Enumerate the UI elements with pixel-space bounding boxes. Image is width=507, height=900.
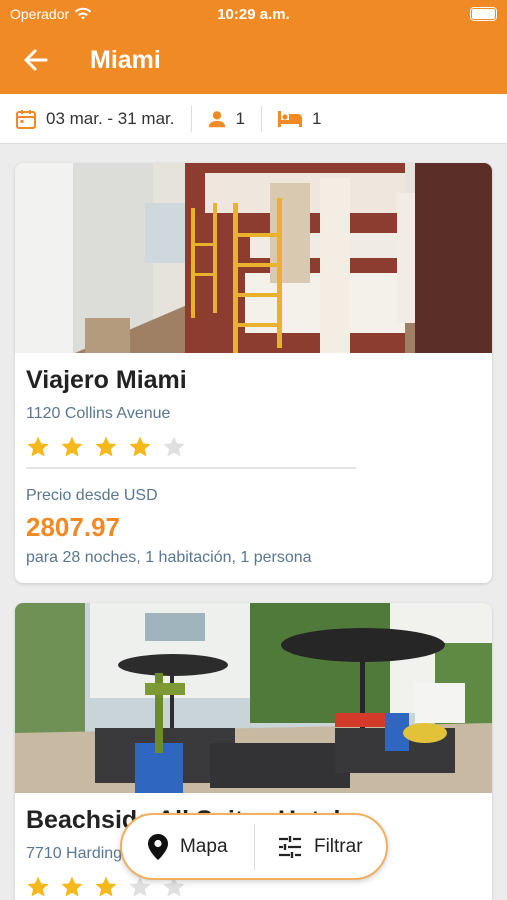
map-button[interactable]: Mapa	[122, 815, 254, 878]
bed-icon	[277, 110, 302, 127]
rooms-count: 1	[311, 108, 322, 128]
price-description: para 28 noches, 1 habitación, 1 persona	[26, 549, 312, 566]
rooms-filter[interactable]: 1	[262, 94, 321, 143]
guests-filter[interactable]: 1	[192, 94, 261, 143]
calendar-icon	[16, 109, 36, 129]
status-time: 10:29 a.m.	[217, 6, 290, 23]
map-button-label: Mapa	[179, 835, 228, 857]
star-filled-icon	[61, 436, 83, 457]
hotel-card[interactable]: Viajero Miami 1120 Collins Avenue Precio…	[15, 163, 492, 583]
star-filled-icon	[27, 436, 49, 457]
guests-count: 1	[235, 108, 245, 128]
price-label: Precio desde USD	[26, 487, 158, 504]
date-range-label: 03 mar. - 31 mar.	[46, 108, 175, 128]
page-title: Miami	[90, 46, 161, 74]
battery-icon	[470, 7, 497, 21]
filter-button-label: Filtrar	[313, 835, 363, 857]
star-filled-icon	[95, 876, 117, 897]
status-bar: Operador 10:29 a.m.	[0, 0, 507, 28]
star-filled-icon	[129, 436, 151, 457]
location-pin-icon	[147, 833, 168, 860]
star-filled-icon	[95, 436, 117, 457]
sliders-icon	[278, 835, 301, 858]
hotel-name: Viajero Miami	[26, 366, 187, 394]
arrow-left-icon[interactable]	[20, 44, 52, 76]
floating-action-bar: Mapa Filtrar	[120, 813, 388, 880]
star-empty-icon	[163, 436, 185, 457]
star-filled-icon	[61, 876, 83, 897]
search-filters-bar: 03 mar. - 31 mar. 1 1	[0, 94, 507, 144]
date-range-filter[interactable]: 03 mar. - 31 mar.	[0, 94, 191, 143]
top-bar: Operador 10:29 a.m. Miami	[0, 0, 507, 94]
navigation-bar: Miami	[0, 40, 507, 80]
divider	[26, 467, 356, 469]
person-icon	[208, 110, 225, 127]
hotel-photo	[15, 163, 492, 353]
hotel-price: 2807.97	[26, 512, 120, 542]
star-filled-icon	[27, 876, 49, 897]
hotel-photo	[15, 603, 492, 793]
filter-button[interactable]: Filtrar	[255, 815, 387, 878]
star-rating	[26, 435, 186, 459]
hotel-address: 1120 Collins Avenue	[26, 405, 171, 422]
